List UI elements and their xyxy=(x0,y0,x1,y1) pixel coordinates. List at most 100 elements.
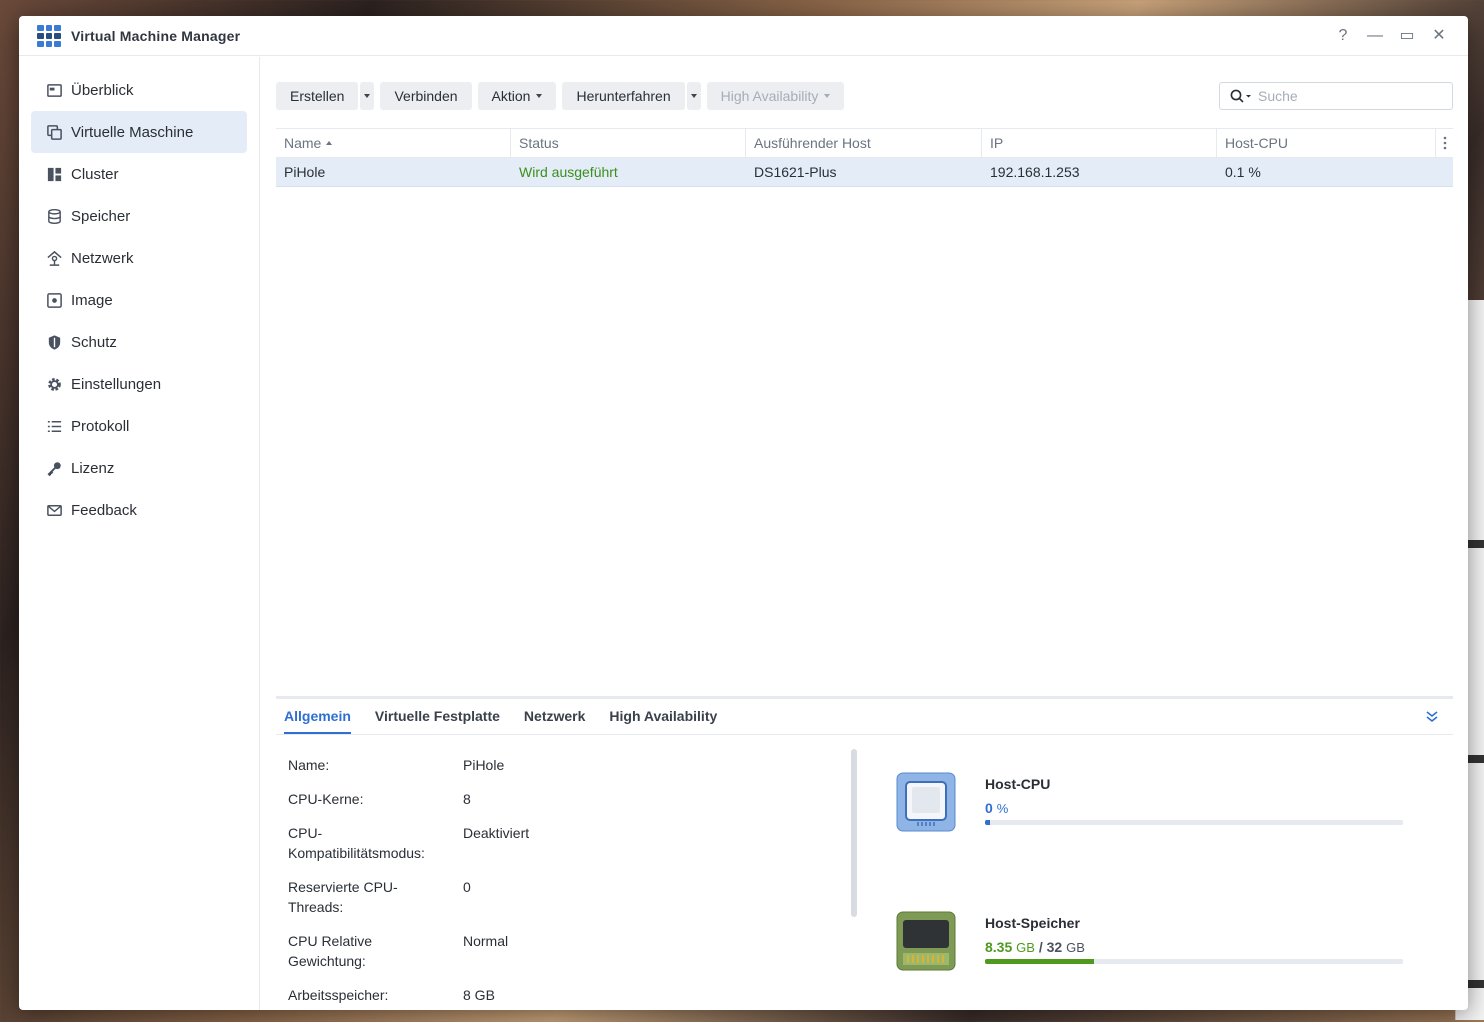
property-row: CPU Relative Gewichtung: Normal xyxy=(288,931,848,971)
sidebar-item-log[interactable]: Protokoll xyxy=(31,405,247,447)
column-options-icon[interactable] xyxy=(1436,129,1453,157)
vm-cpu-cell: 0.1 % xyxy=(1225,164,1261,180)
property-row: CPU- Kompatibilitätsmodus: Deaktiviert xyxy=(288,823,848,863)
property-row: Name: PiHole xyxy=(288,755,848,775)
sidebar-item-label: Netzwerk xyxy=(71,249,134,267)
host-cpu-value: 0 % xyxy=(985,800,1008,816)
tab-network[interactable]: Netzwerk xyxy=(524,708,585,734)
high-availability-button[interactable]: High Availability xyxy=(706,81,845,110)
mail-icon xyxy=(45,501,63,519)
column-header-host[interactable]: Ausführender Host xyxy=(746,129,982,157)
tab-general[interactable]: Allgemein xyxy=(284,708,351,734)
key-icon xyxy=(45,459,63,477)
sidebar-item-storage[interactable]: Speicher xyxy=(31,195,247,237)
memory-total: 32 xyxy=(1046,939,1063,955)
tab-virtual-disk[interactable]: Virtuelle Festplatte xyxy=(375,708,500,734)
sidebar-item-label: Einstellungen xyxy=(71,375,162,393)
sidebar-item-image[interactable]: Image xyxy=(31,279,247,321)
action-button[interactable]: Aktion xyxy=(477,81,557,110)
column-header-name[interactable]: Name xyxy=(276,129,511,157)
help-icon[interactable]: ? xyxy=(1334,27,1352,45)
host-cpu-bar xyxy=(985,820,1403,825)
title-bar[interactable]: Virtual Machine Manager ? — ▭ ✕ xyxy=(19,16,1468,56)
property-key: CPU-Kerne: xyxy=(288,791,364,807)
minimize-icon[interactable]: — xyxy=(1366,27,1384,45)
overview-icon xyxy=(45,81,63,99)
storage-icon xyxy=(45,207,63,225)
sidebar-item-virtual-machine[interactable]: Virtuelle Maschine xyxy=(31,111,247,153)
memory-module-icon xyxy=(896,911,956,971)
sidebar-item-label: Image xyxy=(71,291,113,309)
sidebar-item-label: Schutz xyxy=(71,333,117,351)
property-key: Reservierte CPU- Threads: xyxy=(288,879,398,915)
host-cpu-stat: Host-CPU 0 % xyxy=(896,772,1416,838)
host-cpu-bar-fill xyxy=(985,820,991,825)
general-properties: Name: PiHole CPU-Kerne: 8 CPU- Kompatibili… xyxy=(288,755,848,1010)
maximize-icon[interactable]: ▭ xyxy=(1398,27,1416,45)
row-spacer xyxy=(1436,158,1453,186)
detail-panel: Allgemein Virtuelle Festplatte Netzwerk … xyxy=(276,696,1453,1010)
column-header-host-cpu[interactable]: Host-CPU xyxy=(1217,129,1436,157)
search-box[interactable] xyxy=(1219,81,1453,110)
cpu-chip-icon xyxy=(896,772,956,832)
sidebar-item-settings[interactable]: Einstellungen xyxy=(31,363,247,405)
sidebar-item-label: Überblick xyxy=(71,81,134,99)
cluster-icon xyxy=(45,165,63,183)
sidebar-item-cluster[interactable]: Cluster xyxy=(31,153,247,195)
action-button-label: Aktion xyxy=(491,87,531,104)
close-icon[interactable]: ✕ xyxy=(1430,27,1448,45)
sidebar-item-label: Protokoll xyxy=(71,417,130,435)
vm-name-cell: PiHole xyxy=(284,164,326,180)
host-memory-bar-fill xyxy=(985,959,1095,964)
column-label: Name xyxy=(284,135,322,151)
host-memory-value: 8.35 GB / 32 GB xyxy=(985,939,1085,955)
properties-scrollbar[interactable] xyxy=(851,749,857,917)
virtual-machine-icon xyxy=(45,123,63,141)
app-logo-icon xyxy=(37,24,61,47)
collapse-panel-icon[interactable] xyxy=(1425,709,1439,726)
property-key: CPU- Kompatibilitätsmodus: xyxy=(288,825,425,861)
property-row: CPU-Kerne: 8 xyxy=(288,789,848,809)
vm-ip-cell: 192.168.1.253 xyxy=(990,164,1080,180)
vm-table: Name Status Ausführender Host IP Host-CP… xyxy=(276,128,1453,187)
sidebar: Überblick Virtuelle Maschine Cluster Spe… xyxy=(19,57,260,1010)
property-row: Reservierte CPU- Threads: 0 xyxy=(288,877,848,917)
search-icon xyxy=(1230,89,1251,103)
create-dropdown-button[interactable] xyxy=(360,81,375,110)
detail-tabs: Allgemein Virtuelle Festplatte Netzwerk … xyxy=(276,699,1453,735)
sidebar-item-protection[interactable]: Schutz xyxy=(31,321,247,363)
search-input[interactable] xyxy=(1258,87,1438,104)
property-value: Deaktiviert xyxy=(463,825,530,841)
property-value: 8 xyxy=(463,791,471,807)
host-memory-label: Host-Speicher xyxy=(985,915,1080,931)
chevron-down-icon xyxy=(536,93,543,98)
sidebar-item-license[interactable]: Lizenz xyxy=(31,447,247,489)
property-key: Name: xyxy=(288,757,330,773)
sidebar-item-feedback[interactable]: Feedback xyxy=(31,489,247,531)
column-header-status[interactable]: Status xyxy=(511,129,746,157)
property-value: 8 GB xyxy=(463,987,495,1003)
main-panel: Erstellen Verbinden Aktion Herunterfahre… xyxy=(261,57,1468,1010)
toolbar: Erstellen Verbinden Aktion Herunterfahre… xyxy=(276,57,1453,128)
table-row[interactable]: PiHole Wird ausgeführt DS1621-Plus 192.1… xyxy=(276,158,1453,187)
property-key: Arbeitsspeicher: xyxy=(288,987,389,1003)
sidebar-item-label: Lizenz xyxy=(71,459,115,477)
shutdown-button[interactable]: Herunterfahren xyxy=(562,81,685,110)
create-button[interactable]: Erstellen xyxy=(276,81,359,110)
network-icon xyxy=(45,249,63,267)
property-key: CPU Relative Gewichtung: xyxy=(288,933,373,969)
gear-icon xyxy=(45,375,63,393)
tab-high-availability[interactable]: High Availability xyxy=(609,708,717,734)
connect-button[interactable]: Verbinden xyxy=(380,81,472,110)
create-split-button: Erstellen xyxy=(276,81,375,110)
sidebar-item-label: Cluster xyxy=(71,165,119,183)
memory-used: 8.35 xyxy=(985,939,1013,955)
window-title: Virtual Machine Manager xyxy=(71,27,241,44)
property-value: 0 xyxy=(463,879,471,895)
sidebar-item-network[interactable]: Netzwerk xyxy=(31,237,247,279)
host-cpu-label: Host-CPU xyxy=(985,776,1051,792)
host-memory-stat: Host-Speicher 8.35 GB / 32 GB xyxy=(896,911,1416,977)
column-header-ip[interactable]: IP xyxy=(982,129,1217,157)
shutdown-dropdown-button[interactable] xyxy=(686,81,701,110)
sidebar-item-overview[interactable]: Überblick xyxy=(31,69,247,111)
